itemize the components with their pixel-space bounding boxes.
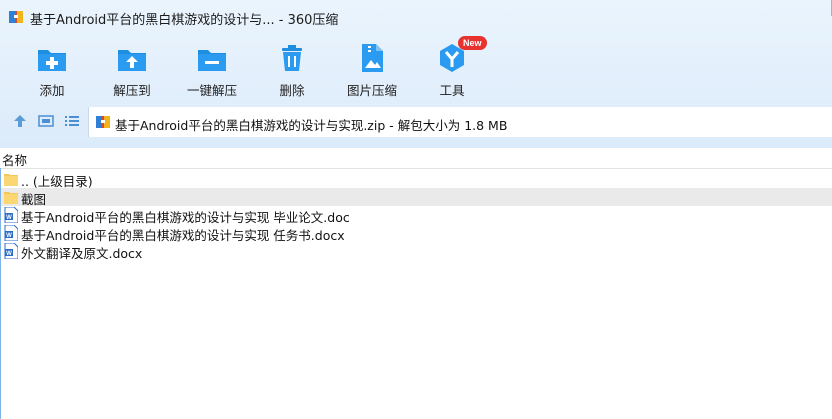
navigation-bar: 基于Android平台的黑白棋游戏的设计与实现.zip - 解包大小为 1.8 … xyxy=(0,106,832,138)
add-button[interactable]: 添加 xyxy=(12,38,92,98)
tools-button[interactable]: New 工具 xyxy=(412,36,492,98)
archive-window: 基于Android平台的黑白棋游戏的设计与... - 360压缩 添加 解压到 xyxy=(0,0,832,419)
svg-text:W: W xyxy=(6,251,12,257)
image-compress-button[interactable]: 图片压缩 xyxy=(332,38,412,98)
word-doc-icon: W xyxy=(4,207,18,223)
thumbnail-view-icon[interactable] xyxy=(38,113,54,129)
svg-text:W: W xyxy=(6,215,12,221)
up-arrow-icon[interactable] xyxy=(12,113,28,129)
svg-text:W: W xyxy=(6,233,12,239)
list-item-task-doc[interactable]: W 基于Android平台的黑白棋游戏的设计与实现 任务书.docx xyxy=(0,224,832,243)
extract-to-label: 解压到 xyxy=(113,83,151,98)
add-label: 添加 xyxy=(39,83,65,98)
file-list: 名称 .. (上级目录) 截图 W 基于Android平台的黑白棋游戏的设计与实… xyxy=(0,148,832,419)
new-badge: New xyxy=(458,36,487,50)
column-name-label: 名称 xyxy=(2,153,28,168)
address-bar[interactable]: 基于Android平台的黑白棋游戏的设计与实现.zip - 解包大小为 1.8 … xyxy=(88,107,832,137)
list-item-parent-dir[interactable]: .. (上级目录) xyxy=(0,170,832,189)
image-compress-label: 图片压缩 xyxy=(346,83,397,98)
tools-label: 工具 xyxy=(439,83,465,98)
delete-icon xyxy=(282,45,302,71)
delete-label: 删除 xyxy=(279,83,305,98)
toolbar: 添加 解压到 一键解压 删除 图片压缩 New 工具 xyxy=(0,34,832,100)
column-header-name[interactable]: 名称 xyxy=(0,148,832,169)
list-item-thesis-doc[interactable]: W 基于Android平台的黑白棋游戏的设计与实现 毕业论文.doc xyxy=(0,206,832,225)
window-border xyxy=(0,168,1,419)
extract-to-icon xyxy=(118,50,146,71)
list-item-translation-doc[interactable]: W 外文翻译及原文.docx xyxy=(0,242,832,261)
folder-icon xyxy=(4,192,18,204)
one-click-extract-button[interactable]: 一键解压 xyxy=(172,38,252,98)
folder-icon xyxy=(4,174,18,186)
file-name: 外文翻译及原文.docx xyxy=(21,246,143,261)
extract-to-button[interactable]: 解压到 xyxy=(92,38,172,98)
word-doc-icon: W xyxy=(4,225,18,241)
list-view-icon[interactable] xyxy=(64,113,80,129)
one-click-extract-icon xyxy=(198,50,226,71)
archive-app-icon xyxy=(9,11,23,23)
word-doc-icon: W xyxy=(4,243,18,259)
image-compress-icon xyxy=(362,44,383,72)
list-item-screenshots-folder[interactable]: 截图 xyxy=(0,188,832,207)
zip-file-icon xyxy=(96,116,110,128)
delete-button[interactable]: 删除 xyxy=(252,38,332,98)
window-title: 基于Android平台的黑白棋游戏的设计与... - 360压缩 xyxy=(30,13,339,28)
one-click-extract-label: 一键解压 xyxy=(186,83,237,98)
add-icon xyxy=(38,50,66,71)
archive-path: 基于Android平台的黑白棋游戏的设计与实现.zip - 解包大小为 1.8 … xyxy=(115,118,508,133)
title-bar[interactable]: 基于Android平台的黑白棋游戏的设计与... - 360压缩 xyxy=(0,0,832,34)
